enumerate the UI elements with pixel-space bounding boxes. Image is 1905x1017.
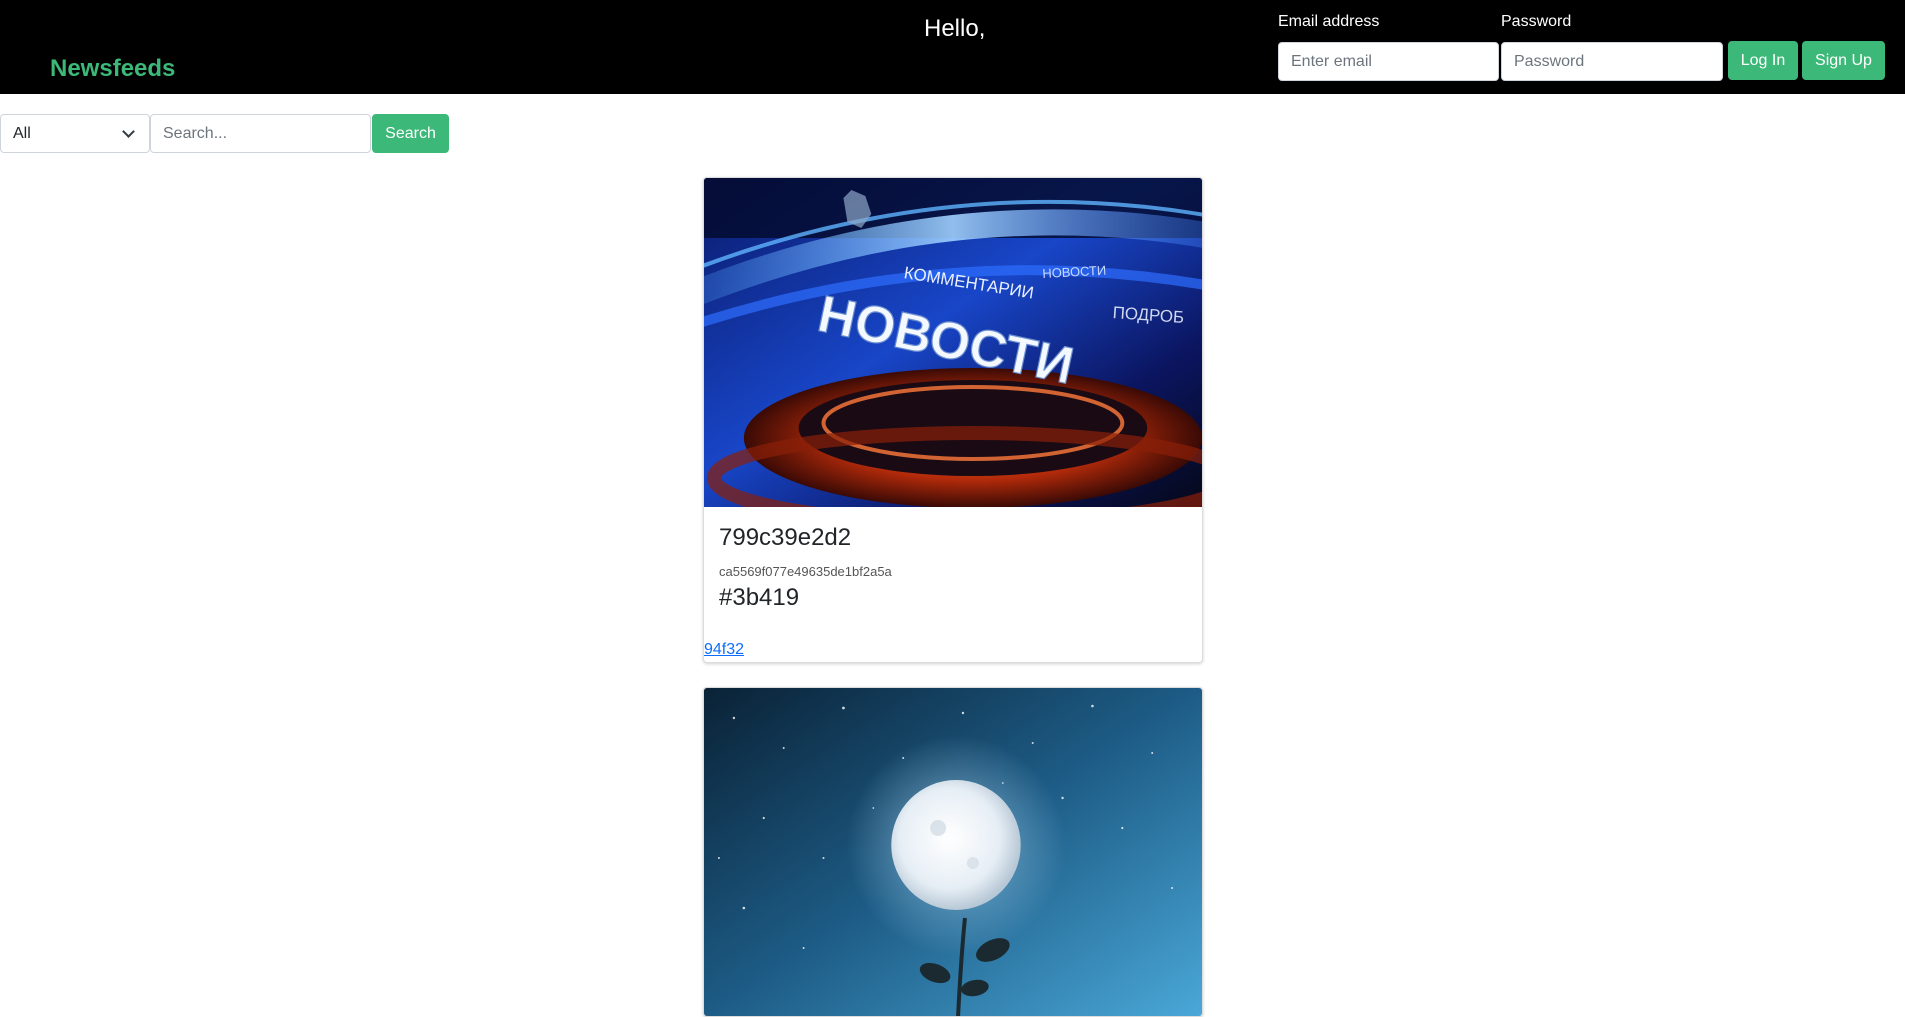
article-subtitle: ca5569f077e49635de1bf2a5a (719, 564, 892, 579)
password-label: Password (1501, 13, 1572, 30)
top-navbar: Newsfeeds Hello, Email address Password … (0, 0, 1905, 94)
search-input[interactable] (150, 114, 371, 153)
search-button[interactable]: Search (372, 114, 449, 153)
brand-logo[interactable]: Newsfeeds (50, 55, 175, 83)
chevron-down-icon (122, 124, 135, 138)
category-select-value: All (13, 124, 31, 142)
category-select[interactable]: All (0, 114, 150, 153)
article-link[interactable]: 94f32 (704, 641, 744, 659)
article-title: 799c39e2d2 (719, 524, 852, 551)
news-image (704, 688, 1202, 1016)
password-field[interactable] (1501, 42, 1723, 81)
news-card (703, 687, 1203, 1017)
article-tag: #3b419 (719, 584, 800, 611)
greeting-text: Hello, (924, 15, 986, 42)
signup-button[interactable]: Sign Up (1802, 41, 1885, 80)
email-field[interactable] (1278, 42, 1499, 81)
login-button[interactable]: Log In (1728, 41, 1798, 80)
news-image: КОММЕНТАРИИ НОВОСТИ ПОДРОБ НОВОСТИ (704, 178, 1202, 507)
email-label: Email address (1278, 13, 1380, 30)
news-card: КОММЕНТАРИИ НОВОСТИ ПОДРОБ НОВОСТИ 799c3… (703, 177, 1203, 663)
